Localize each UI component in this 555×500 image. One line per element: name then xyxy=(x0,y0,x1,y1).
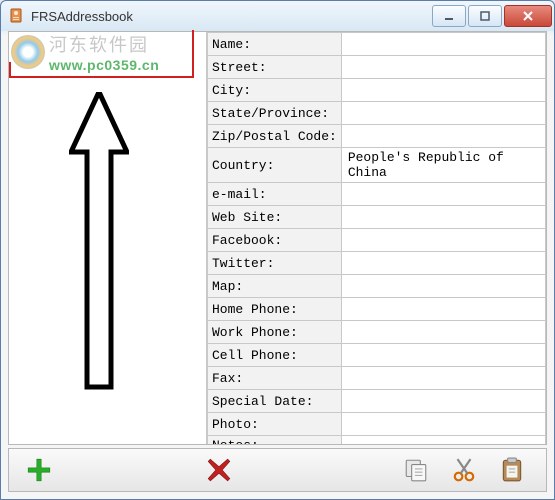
field-label: State/Province: xyxy=(208,102,342,125)
titlebar[interactable]: FRSAddressbook xyxy=(1,1,554,31)
field-value[interactable] xyxy=(341,275,545,298)
minimize-icon xyxy=(444,11,454,21)
app-window: FRSAddressbook 河东软件园 www.pc0359.cn xyxy=(0,0,555,500)
form-row: Work Phone: xyxy=(208,321,546,344)
field-label: Notes: xyxy=(208,436,342,445)
form-row: Web Site: xyxy=(208,206,546,229)
field-label: Zip/Postal Code: xyxy=(208,125,342,148)
form-row: Name: xyxy=(208,33,546,56)
field-label: Street: xyxy=(208,56,342,79)
field-value[interactable] xyxy=(341,298,545,321)
cut-button[interactable] xyxy=(440,450,488,490)
add-button[interactable] xyxy=(9,450,69,490)
field-label: Home Phone: xyxy=(208,298,342,321)
field-label: Map: xyxy=(208,275,342,298)
x-delete-icon xyxy=(206,457,232,483)
field-label: e-mail: xyxy=(208,183,342,206)
field-label: City: xyxy=(208,79,342,102)
minimize-button[interactable] xyxy=(432,5,466,27)
field-label: Work Phone: xyxy=(208,321,342,344)
field-value[interactable] xyxy=(341,206,545,229)
field-label: Fax: xyxy=(208,367,342,390)
delete-button[interactable] xyxy=(189,450,249,490)
annotation-arrow-icon xyxy=(69,92,129,392)
field-value[interactable] xyxy=(341,229,545,252)
field-value[interactable] xyxy=(341,252,545,275)
field-label: Name: xyxy=(208,33,342,56)
field-label: Photo: xyxy=(208,413,342,436)
form-row: Home Phone: xyxy=(208,298,546,321)
contact-form-table: Name:Street:City:State/Province:Zip/Post… xyxy=(207,32,546,444)
field-label: Web Site: xyxy=(208,206,342,229)
bottom-toolbar xyxy=(8,448,547,492)
plus-icon xyxy=(26,457,52,483)
form-row: Map: xyxy=(208,275,546,298)
copy-icon xyxy=(403,457,429,483)
field-label: Special Date: xyxy=(208,390,342,413)
form-row: Fax: xyxy=(208,367,546,390)
field-value[interactable] xyxy=(341,125,545,148)
field-value[interactable] xyxy=(341,56,545,79)
field-value[interactable] xyxy=(341,102,545,125)
field-label: Cell Phone: xyxy=(208,344,342,367)
field-value[interactable] xyxy=(341,33,545,56)
form-row: Cell Phone: xyxy=(208,344,546,367)
form-row: Special Date: xyxy=(208,390,546,413)
paste-button[interactable] xyxy=(488,450,536,490)
watermark-cn-text: 河东软件园 xyxy=(49,31,159,57)
field-value[interactable] xyxy=(341,367,545,390)
form-row: e-mail: xyxy=(208,183,546,206)
form-row: Photo: xyxy=(208,413,546,436)
field-value[interactable] xyxy=(341,183,545,206)
clipboard-icon xyxy=(499,457,525,483)
form-row: Zip/Postal Code: xyxy=(208,125,546,148)
form-row: Facebook: xyxy=(208,229,546,252)
annotation-highlight-box xyxy=(9,62,194,78)
app-icon xyxy=(9,8,25,24)
window-controls xyxy=(432,5,554,27)
maximize-icon xyxy=(480,11,490,21)
form-row: City: xyxy=(208,79,546,102)
field-value[interactable] xyxy=(341,344,545,367)
field-value[interactable] xyxy=(341,390,545,413)
field-value[interactable] xyxy=(341,79,545,102)
contact-list-pane[interactable]: 河东软件园 www.pc0359.cn xyxy=(9,32,207,444)
close-icon xyxy=(522,11,534,21)
field-value[interactable]: People's Republic of China xyxy=(341,148,545,183)
form-row: Country:People's Republic of China xyxy=(208,148,546,183)
field-label: Country: xyxy=(208,148,342,183)
window-title: FRSAddressbook xyxy=(31,9,432,24)
content-area: 河东软件园 www.pc0359.cn Name:Street:City:Sta… xyxy=(8,31,547,445)
close-button[interactable] xyxy=(504,5,552,27)
form-row: Street: xyxy=(208,56,546,79)
field-value[interactable] xyxy=(341,413,545,436)
form-row: Notes: xyxy=(208,436,546,445)
form-row: Twitter: xyxy=(208,252,546,275)
field-label: Twitter: xyxy=(208,252,342,275)
maximize-button[interactable] xyxy=(468,5,502,27)
contact-form-pane: Name:Street:City:State/Province:Zip/Post… xyxy=(207,32,546,444)
copy-button[interactable] xyxy=(392,450,440,490)
form-row: State/Province: xyxy=(208,102,546,125)
field-value[interactable] xyxy=(341,321,545,344)
scissors-icon xyxy=(451,457,477,483)
field-label: Facebook: xyxy=(208,229,342,252)
field-value[interactable] xyxy=(341,436,545,445)
